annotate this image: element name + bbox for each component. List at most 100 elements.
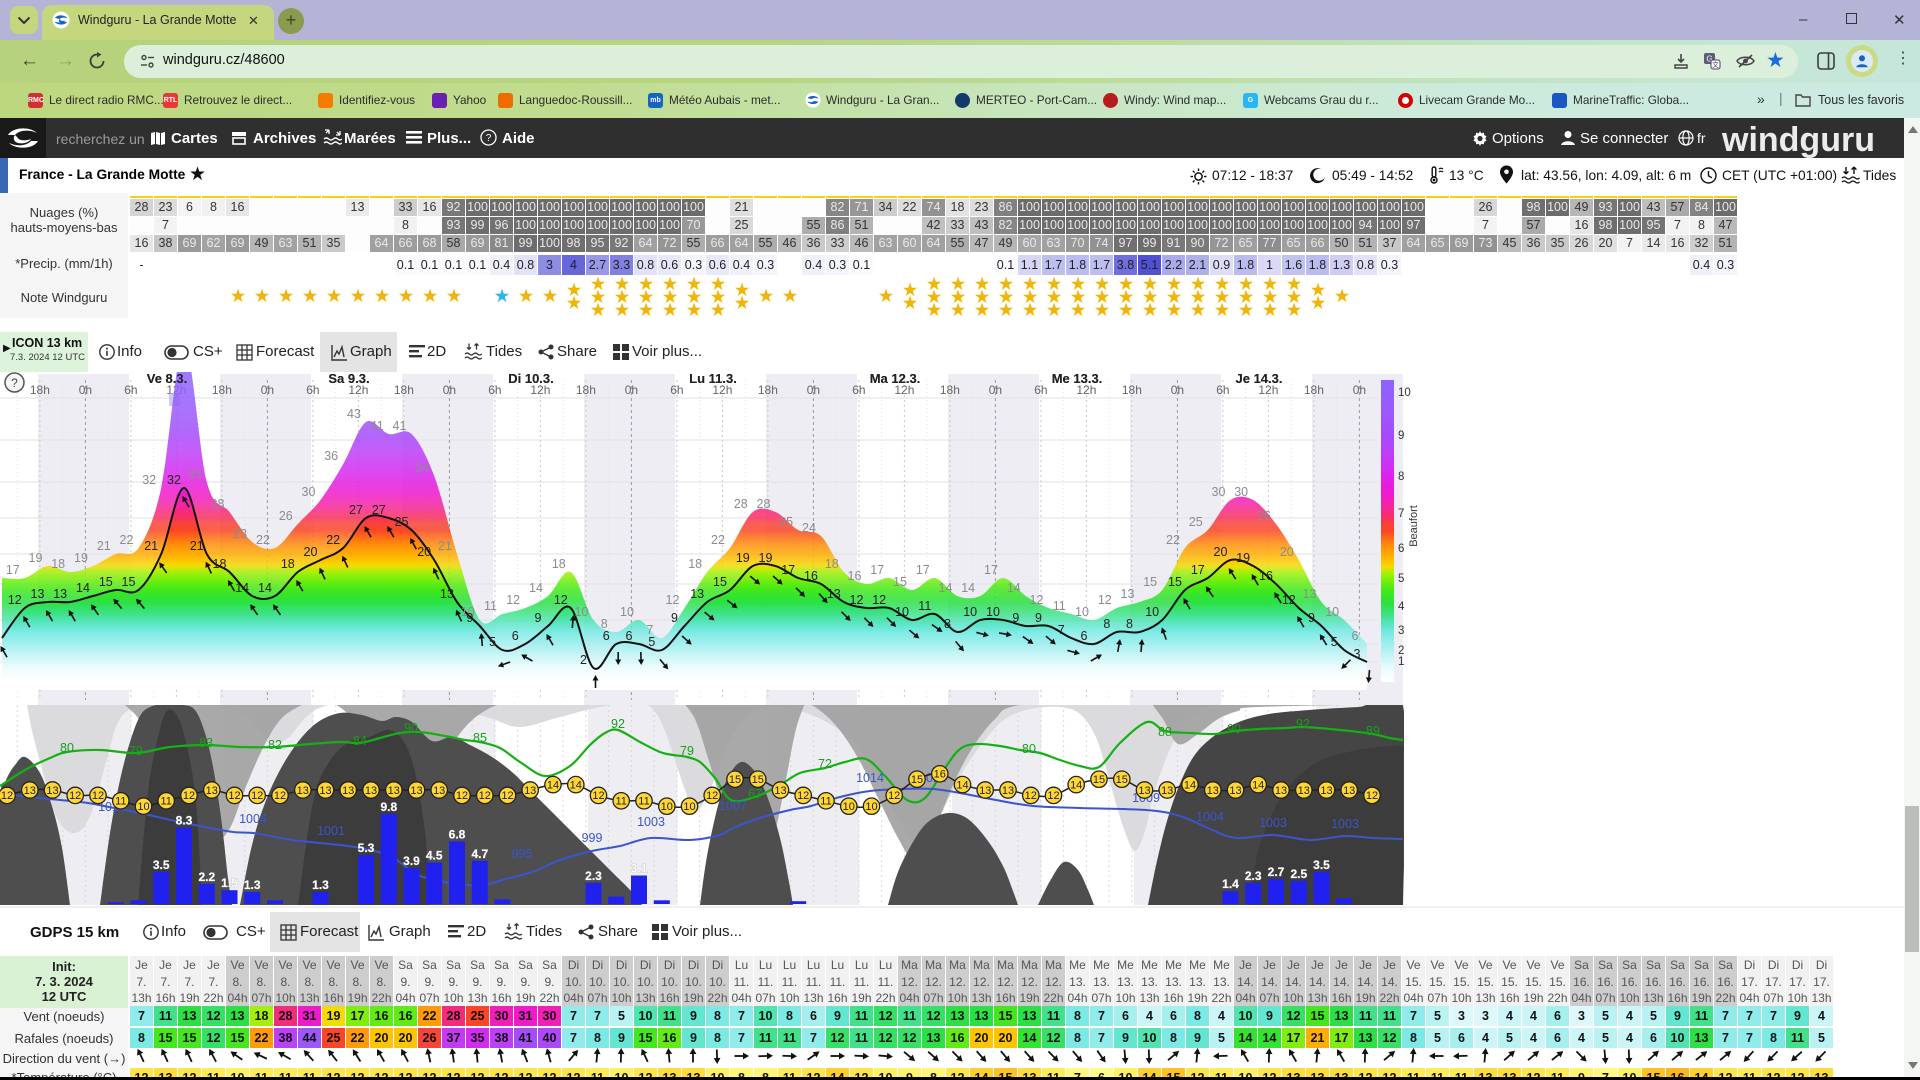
svg-text:28: 28	[734, 497, 748, 511]
svg-text:9: 9	[1398, 430, 1404, 442]
svg-text:12: 12	[1025, 790, 1037, 802]
svg-text:6h: 6h	[488, 383, 501, 397]
svg-text:26: 26	[279, 509, 293, 523]
svg-text:17: 17	[984, 563, 998, 577]
svg-text:9: 9	[535, 611, 542, 625]
svg-text:13: 13	[1298, 785, 1310, 797]
svg-text:18h: 18h	[30, 383, 50, 397]
svg-text:14: 14	[956, 779, 968, 791]
svg-text:15: 15	[99, 575, 113, 589]
svg-text:15: 15	[911, 774, 923, 786]
svg-text:2.3: 2.3	[585, 869, 602, 883]
svg-text:22: 22	[120, 533, 134, 547]
svg-text:1004: 1004	[239, 812, 267, 826]
svg-text:82: 82	[268, 738, 282, 752]
svg-text:26: 26	[1257, 509, 1271, 523]
svg-text:18h: 18h	[394, 383, 414, 397]
svg-text:36: 36	[324, 449, 338, 463]
svg-text:13: 13	[524, 785, 536, 797]
svg-text:9: 9	[1308, 611, 1315, 625]
svg-text:2.3: 2.3	[1245, 869, 1262, 883]
svg-text:18: 18	[825, 557, 839, 571]
svg-text:10: 10	[1398, 387, 1411, 399]
svg-text:13: 13	[440, 587, 454, 601]
svg-text:10: 10	[986, 605, 1000, 619]
svg-text:28: 28	[757, 497, 771, 511]
svg-text:18h: 18h	[1122, 383, 1142, 397]
svg-text:0h: 0h	[261, 383, 274, 397]
svg-text:1004: 1004	[1196, 810, 1224, 824]
svg-text:1.3: 1.3	[244, 878, 261, 892]
svg-text:13: 13	[53, 587, 67, 601]
svg-text:Lu 11.3.: Lu 11.3.	[689, 372, 737, 386]
svg-text:27: 27	[372, 503, 386, 517]
svg-text:30: 30	[1234, 485, 1248, 499]
svg-text:14: 14	[1184, 779, 1196, 791]
svg-text:4.5: 4.5	[426, 849, 443, 863]
svg-text:16: 16	[848, 569, 862, 583]
svg-text:19: 19	[29, 551, 43, 565]
svg-text:12: 12	[183, 790, 195, 802]
svg-text:6h: 6h	[124, 383, 137, 397]
svg-text:12: 12	[592, 790, 604, 802]
svg-text:6: 6	[603, 629, 610, 643]
svg-text:20: 20	[304, 545, 318, 559]
svg-text:5: 5	[489, 635, 496, 649]
svg-text:22: 22	[326, 533, 340, 547]
svg-text:85: 85	[473, 731, 487, 745]
svg-text:17: 17	[6, 563, 20, 577]
svg-text:2: 2	[580, 653, 587, 667]
svg-text:9: 9	[466, 611, 473, 625]
svg-text:12: 12	[506, 593, 520, 607]
svg-text:1014: 1014	[856, 771, 884, 785]
svg-text:1: 1	[1398, 656, 1404, 668]
svg-text:3.9: 3.9	[403, 854, 420, 868]
svg-text:12: 12	[456, 790, 468, 802]
svg-text:14: 14	[1252, 779, 1264, 791]
svg-text:12: 12	[251, 790, 263, 802]
svg-text:72: 72	[818, 757, 832, 771]
svg-text:8: 8	[944, 617, 951, 631]
svg-text:41: 41	[393, 419, 407, 433]
svg-text:1003: 1003	[1259, 816, 1287, 830]
svg-text:84: 84	[353, 734, 367, 748]
svg-text:20: 20	[417, 545, 431, 559]
svg-text:13: 13	[31, 587, 45, 601]
svg-text:19: 19	[759, 551, 773, 565]
svg-text:10: 10	[661, 801, 673, 813]
svg-text:9: 9	[1035, 611, 1042, 625]
svg-text:8: 8	[1126, 617, 1133, 631]
svg-text:90: 90	[404, 721, 418, 735]
svg-text:13: 13	[365, 785, 377, 797]
svg-text:5: 5	[1398, 573, 1404, 585]
svg-text:6: 6	[626, 629, 633, 643]
svg-text:12: 12	[274, 790, 286, 802]
svg-text:11: 11	[1053, 599, 1066, 613]
svg-text:12: 12	[1282, 593, 1296, 607]
svg-text:10: 10	[1145, 605, 1159, 619]
svg-text:13: 13	[827, 587, 841, 601]
svg-text:10: 10	[137, 801, 149, 813]
svg-text:12: 12	[1098, 593, 1112, 607]
svg-text:1001: 1001	[317, 824, 345, 838]
svg-text:22: 22	[711, 533, 725, 547]
svg-text:13: 13	[1002, 785, 1014, 797]
svg-text:43: 43	[347, 407, 361, 421]
svg-text:1003: 1003	[1331, 817, 1359, 831]
svg-text:6.8: 6.8	[449, 827, 466, 841]
svg-text:12: 12	[1047, 790, 1059, 802]
svg-text:12: 12	[1366, 790, 1378, 802]
svg-text:10: 10	[575, 605, 589, 619]
svg-text:10: 10	[1325, 605, 1339, 619]
svg-text:15: 15	[1143, 575, 1157, 589]
svg-text:13: 13	[410, 785, 422, 797]
svg-text:3.5: 3.5	[153, 858, 170, 872]
svg-text:13: 13	[1138, 785, 1150, 797]
svg-text:32: 32	[167, 473, 181, 487]
svg-text:7: 7	[1398, 508, 1404, 520]
svg-text:12: 12	[1030, 593, 1044, 607]
svg-text:Ma 12.3.: Ma 12.3.	[870, 372, 921, 386]
svg-text:2.7: 2.7	[1268, 865, 1285, 879]
svg-text:89: 89	[1366, 724, 1380, 738]
svg-text:13: 13	[1121, 587, 1135, 601]
